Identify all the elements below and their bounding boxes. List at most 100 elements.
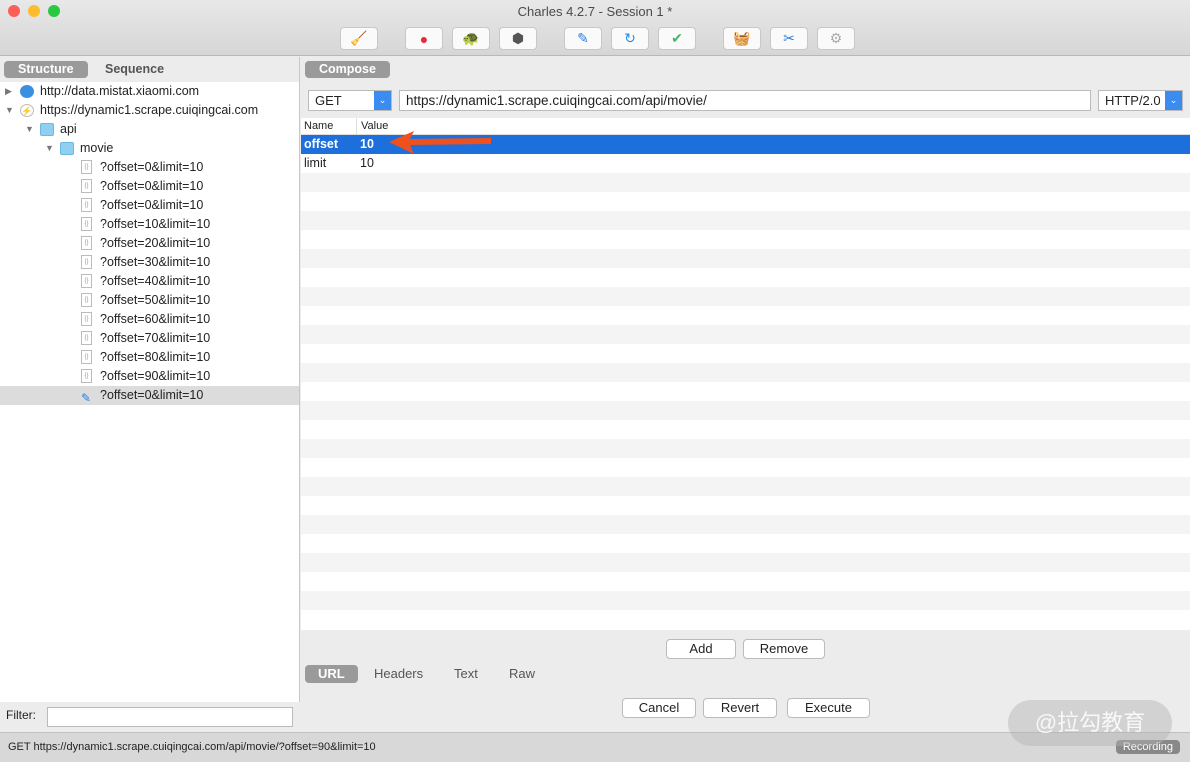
title-bar: Charles 4.2.7 - Session 1 * 🧹 ● 🐢 ⬢ ✎ ↻ ✔ 🧺 ✂ ⚙ [0,0,1190,56]
tree-request[interactable]: {} ?offset=10&limit=10 [0,215,299,234]
empty-row [301,420,1190,439]
validate-check-button[interactable]: ✔ [658,27,696,50]
empty-row [301,496,1190,515]
tab-url[interactable]: URL [305,665,358,683]
empty-row [301,553,1190,572]
tree-folder-movie[interactable]: ▼ movie [0,139,299,158]
remove-button[interactable]: Remove [743,639,825,659]
breakpoint-hexagon-button[interactable]: ⬢ [499,27,537,50]
tree-request[interactable]: {} ?offset=90&limit=10 [0,367,299,386]
collapse-arrow-icon[interactable]: ▼ [5,101,14,120]
empty-row [301,534,1190,553]
tree-host-xiaomi[interactable]: ▶ http://data.mistat.xiaomi.com [0,82,299,101]
url-input[interactable]: https://dynamic1.scrape.cuiqingcai.com/a… [399,90,1091,111]
empty-row [301,325,1190,344]
throttle-turtle-icon: 🐢 [462,30,480,46]
request-label: ?offset=0&limit=10 [100,198,204,212]
empty-row [301,287,1190,306]
empty-row [301,458,1190,477]
collapse-arrow-icon[interactable]: ▼ [25,120,34,139]
chevron-down-icon: ⌄ [374,91,391,110]
param-value[interactable]: 10 [360,135,374,154]
protocol-select[interactable]: HTTP/2.0 ⌄ [1098,90,1183,111]
settings-gear-icon: ⚙ [829,30,843,46]
document-icon: {} [81,369,92,383]
compose-pen-button[interactable]: ✎ [564,27,602,50]
add-button[interactable]: Add [666,639,736,659]
document-icon: {} [81,255,92,269]
tree-host-cuiqingcai[interactable]: ▼ ⚡ https://dynamic1.scrape.cuiqingcai.com [0,101,299,120]
expand-arrow-icon[interactable]: ▶ [5,82,12,101]
chevron-down-icon: ⌄ [1165,91,1182,110]
window-title: Charles 4.2.7 - Session 1 * [517,4,673,19]
column-header-value[interactable]: Value [356,118,388,135]
folder-label: api [60,122,77,136]
document-icon: {} [81,312,92,326]
tab-raw[interactable]: Raw [496,665,548,683]
basket-button[interactable]: 🧺 [723,27,761,50]
filter-label: Filter: [6,708,36,722]
tree-request[interactable]: {} ?offset=0&limit=10 [0,196,299,215]
tree-request[interactable]: {} ?offset=30&limit=10 [0,253,299,272]
column-header-name[interactable]: Name [304,118,333,135]
tree-request[interactable]: {} ?offset=80&limit=10 [0,348,299,367]
cancel-button[interactable]: Cancel [622,698,696,718]
tree-request[interactable]: {} ?offset=40&limit=10 [0,272,299,291]
empty-row [301,382,1190,401]
param-name[interactable]: offset [304,135,338,154]
param-value[interactable]: 10 [360,154,374,173]
document-icon: {} [81,236,92,250]
tab-headers[interactable]: Headers [361,665,436,683]
method-select[interactable]: GET ⌄ [308,90,392,111]
request-label: ?offset=20&limit=10 [100,236,211,250]
request-label: ?offset=30&limit=10 [100,255,211,269]
filter-input[interactable] [47,707,293,727]
empty-row [301,363,1190,382]
tree-request[interactable]: ✎ ?offset=0&limit=10 [0,386,299,405]
collapse-arrow-icon[interactable]: ▼ [45,139,54,158]
document-icon: {} [81,160,92,174]
basket-icon: 🧺 [733,30,751,46]
lightning-icon: ⚡ [20,104,34,117]
empty-row [301,192,1190,211]
tab-sequence[interactable]: Sequence [91,61,178,78]
tree-request[interactable]: {} ?offset=0&limit=10 [0,177,299,196]
empty-row [301,610,1190,629]
document-icon: {} [81,217,92,231]
settings-gear-button[interactable]: ⚙ [817,27,855,50]
throttle-turtle-button[interactable]: 🐢 [452,27,490,50]
request-label: ?offset=50&limit=10 [100,293,211,307]
document-icon: {} [81,293,92,307]
folder-icon [40,123,54,136]
record-button[interactable]: ● [405,27,443,50]
params-table: Name Value offset 10 limit 10 [301,118,1190,630]
broom-button[interactable]: 🧹 [340,27,378,50]
param-name[interactable]: limit [304,154,326,173]
record-icon: ● [419,30,429,47]
empty-row [301,306,1190,325]
tree-request[interactable]: {} ?offset=70&limit=10 [0,329,299,348]
tools-button[interactable]: ✂ [770,27,808,50]
folder-icon [60,142,74,155]
request-label: ?offset=0&limit=10 [100,160,204,174]
execute-button[interactable]: Execute [787,698,870,718]
breakpoint-hexagon-icon: ⬢ [511,30,525,46]
tab-text[interactable]: Text [441,665,491,683]
empty-row [301,268,1190,287]
compose-pen-icon: ✎ [81,391,92,405]
host-label: http://data.mistat.xiaomi.com [40,84,200,98]
repeat-button[interactable]: ↻ [611,27,649,50]
protocol-value: HTTP/2.0 [1105,93,1161,108]
method-value: GET [315,93,342,108]
param-row[interactable]: limit 10 [301,154,1190,173]
tree-request[interactable]: {} ?offset=50&limit=10 [0,291,299,310]
tree-request[interactable]: {} ?offset=0&limit=10 [0,158,299,177]
empty-row [301,515,1190,534]
tree-request[interactable]: {} ?offset=60&limit=10 [0,310,299,329]
tab-structure[interactable]: Structure [4,61,88,78]
revert-button[interactable]: Revert [703,698,777,718]
tab-compose[interactable]: Compose [305,61,390,78]
tree-request[interactable]: {} ?offset=20&limit=10 [0,234,299,253]
tree-folder-api[interactable]: ▼ api [0,120,299,139]
repeat-icon: ↻ [624,30,636,46]
